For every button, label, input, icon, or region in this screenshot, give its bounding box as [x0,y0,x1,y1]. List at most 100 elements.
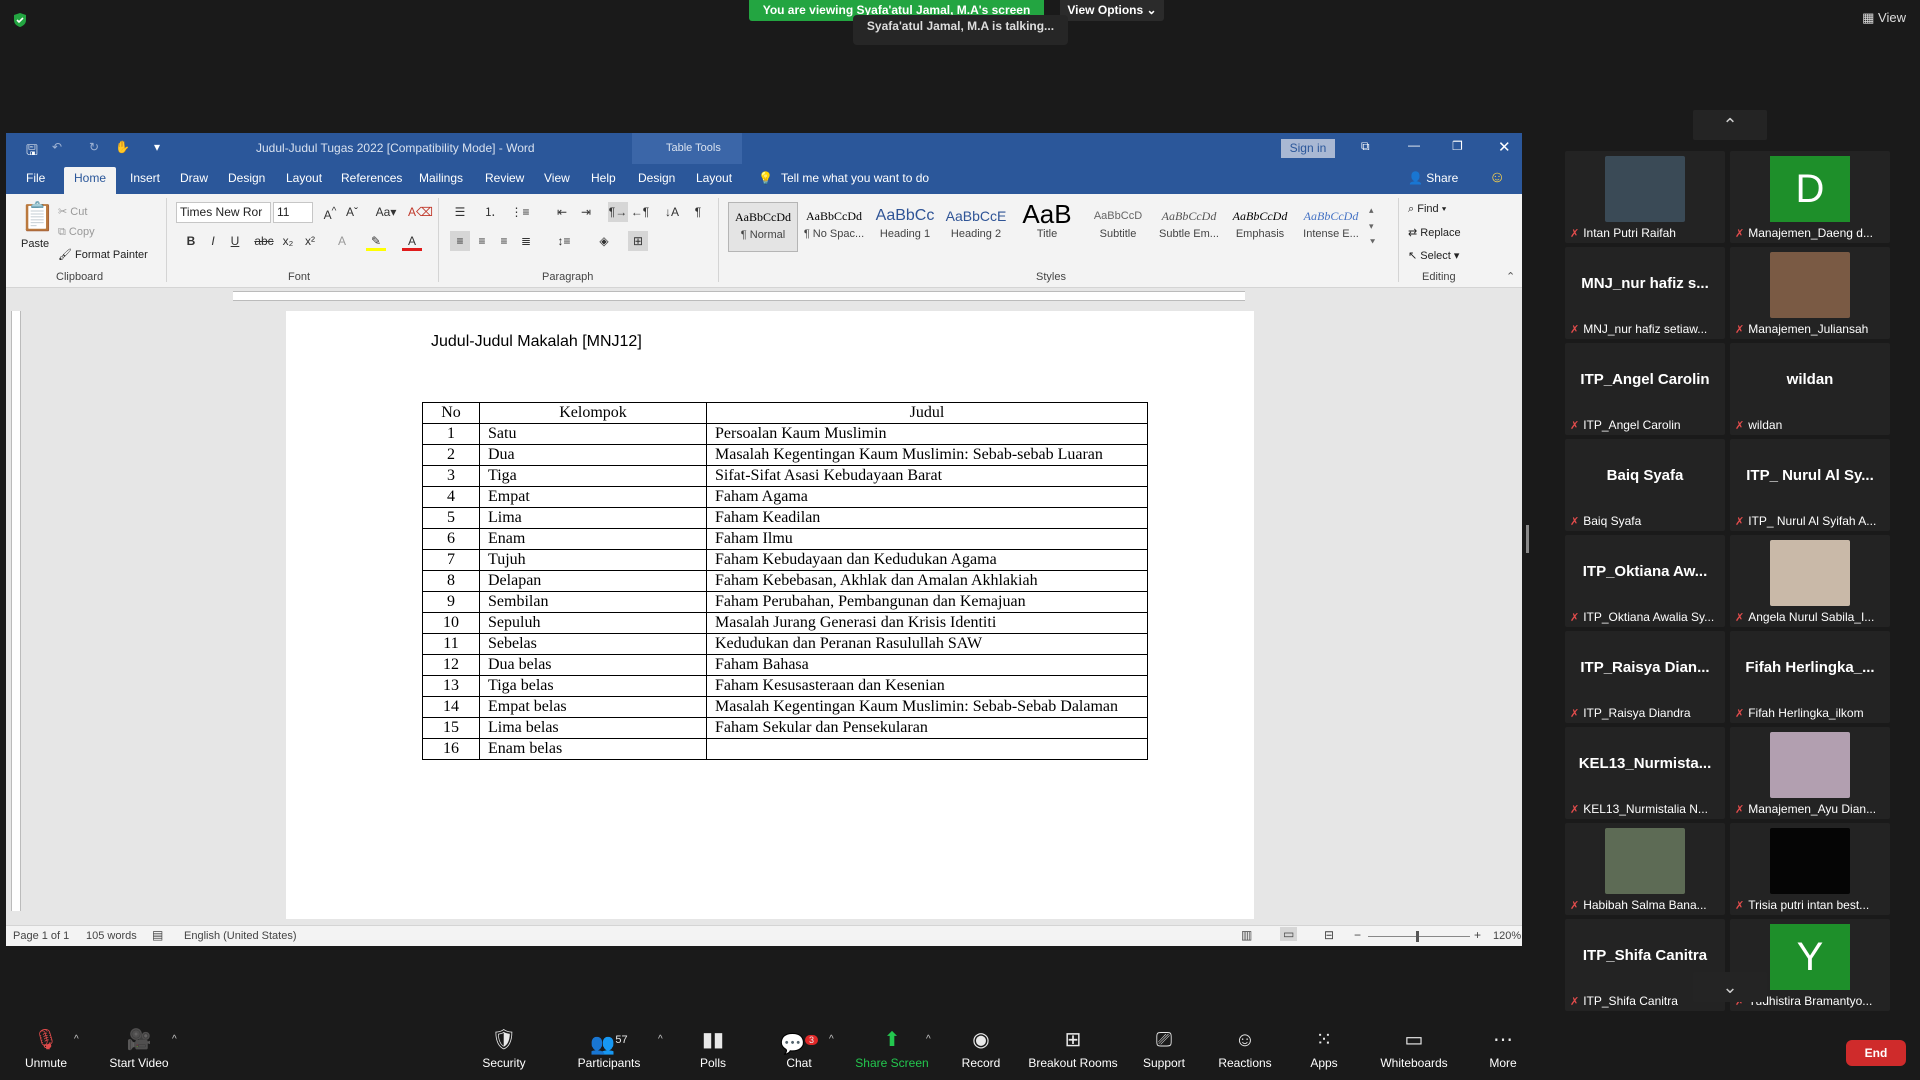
participant-tile[interactable]: ITP_ Nurul Al Sy... ✗ ITP_ Nurul Al Syifah… [1730,439,1890,531]
security-button[interactable]: 🛡 Security [478,1018,530,1080]
zoom-slider-track[interactable] [1368,936,1470,937]
tab-layout[interactable]: Layout [286,171,322,185]
participant-tile[interactable]: ✗ Manajemen_Ayu Dian... [1730,727,1890,819]
whiteboards-button[interactable]: ▭ Whiteboards [1378,1018,1450,1080]
align-center-icon[interactable]: ≡ [472,231,492,251]
style-heading-1[interactable]: AaBbCc Heading 1 [870,202,940,252]
participant-tile[interactable]: ITP_Raisya Dian... ✗ ITP_Raisya Diandra [1565,631,1725,723]
table-row[interactable]: 8 Delapan Faham Kebebasan, Akhlak dan Amal… [422,570,1148,592]
panel-resize-handle[interactable] [1526,525,1529,553]
sort-icon[interactable]: ↓A [662,202,682,222]
view-options-button[interactable]: View Options ⌄ [1060,0,1164,21]
subscript-icon[interactable]: x₂ [278,231,298,251]
table-row[interactable]: 2 Dua Masalah Kegentingan Kaum Muslimin: S… [422,444,1148,466]
chat-button[interactable]: 💬 3 Chat [779,1018,819,1080]
grow-font-icon[interactable]: A^ [320,202,340,222]
ltr-icon[interactable]: ¶→ [608,202,628,222]
cut-button[interactable]: ✂ Cut [58,205,87,218]
participants-options-caret[interactable]: ^ [658,1034,663,1045]
customize-quick-access-icon[interactable]: ▾ [154,140,160,154]
tab-home[interactable]: Home [64,167,117,194]
tab-references[interactable]: References [341,171,402,185]
print-layout-icon[interactable]: ▭ [1280,927,1298,941]
ribbon-display-options-icon[interactable]: ⧉ [1361,139,1370,154]
sign-in-button[interactable]: Sign in [1281,139,1335,158]
unmute-button[interactable]: 🎙 Unmute [18,1018,74,1080]
style-no-spacing[interactable]: AaBbCcDd ¶ No Spac... [799,202,869,252]
participant-tile[interactable]: ✗ Trisia putri intan best... [1730,823,1890,915]
tab-review[interactable]: Review [485,171,524,185]
collapse-ribbon-icon[interactable]: ⌃ [1506,270,1515,283]
tab-mailings[interactable]: Mailings [419,171,463,185]
change-case-icon[interactable]: Aa▾ [372,202,400,222]
styles-scroll-icon[interactable]: ▴ ▾ ⯆ [1369,202,1376,250]
zoom-slider-thumb[interactable] [1416,931,1419,942]
undo-icon[interactable]: ↶ [52,140,62,154]
participant-tile[interactable]: ITP_Angel Carolin ✗ ITP_Angel Carolin [1565,343,1725,435]
zoom-out-icon[interactable]: − [1354,928,1361,942]
participants-button[interactable]: 👥57 Participants [573,1018,645,1080]
restore-icon[interactable]: ❐ [1452,139,1463,153]
table-row[interactable]: 1 Satu Persoalan Kaum Muslimin [422,423,1148,445]
table-row[interactable]: 16 Enam belas [422,738,1148,760]
touch-mode-icon[interactable]: ✋ [115,140,130,154]
table-row[interactable]: 15 Lima belas Faham Sekular dan Pensekular… [422,717,1148,739]
word-count[interactable]: 105 words [86,930,137,942]
multilevel-list-icon[interactable]: ⋮≡ [510,202,530,222]
table-row[interactable]: 6 Enam Faham Ilmu [422,528,1148,550]
zoom-in-icon[interactable]: + [1474,928,1481,942]
view-menu-button[interactable]: ▦ View [1862,10,1906,26]
close-icon[interactable]: ✕ [1498,138,1511,156]
numbering-icon[interactable]: ⒈ [480,202,500,222]
borders-icon[interactable]: ⊞ [628,231,648,251]
tab-insert[interactable]: Insert [130,171,160,185]
align-left-icon[interactable]: ≡ [450,231,470,251]
tab-file[interactable]: File [26,171,45,185]
table-row[interactable]: 4 Empat Faham Agama [422,486,1148,508]
tab-view[interactable]: View [544,171,570,185]
language-indicator[interactable]: English (United States) [184,930,297,942]
participant-tile[interactable]: ✗ Manajemen_Juliansah [1730,247,1890,339]
style-title[interactable]: AaB Title [1012,202,1082,252]
table-row[interactable]: 7 Tujuh Faham Kebudayaan dan Kedudukan Aga… [422,549,1148,571]
table-row[interactable]: 5 Lima Faham Keadilan [422,507,1148,529]
participant-tile[interactable]: ITP_Oktiana Aw... ✗ ITP_Oktiana Awalia Sy.… [1565,535,1725,627]
record-button[interactable]: ◉ Record [960,1018,1002,1080]
audio-options-caret[interactable]: ^ [74,1034,79,1045]
style-heading-2[interactable]: AaBbCcE Heading 2 [941,202,1011,252]
italic-icon[interactable]: I [203,231,223,251]
share-options-caret[interactable]: ^ [926,1034,931,1045]
web-layout-icon[interactable]: ⊟ [1324,928,1334,942]
bullets-icon[interactable]: ☰ [450,202,470,222]
breakout-rooms-button[interactable]: ⊞ Breakout Rooms [1028,1018,1118,1080]
gallery-scroll-up-button[interactable]: ⌃ [1693,110,1767,140]
replace-button[interactable]: ⇄ Replace [1408,226,1461,239]
participant-tile[interactable]: KEL13_Nurmista... ✗ KEL13_Nurmistalia N... [1565,727,1725,819]
text-effects-icon[interactable]: A [332,231,352,251]
style-subtitle[interactable]: AaBbCcD Subtitle [1083,202,1153,252]
strikethrough-icon[interactable]: abc [254,231,274,251]
font-size-select[interactable]: 11 [273,202,313,223]
tab-table-layout[interactable]: Layout [696,171,732,185]
rtl-icon[interactable]: ←¶ [630,202,650,222]
font-color-icon[interactable]: A [402,231,422,251]
justify-icon[interactable]: ≣ [516,231,536,251]
font-name-select[interactable]: Times New Ror [176,202,271,223]
select-button[interactable]: ↖ Select ▾ [1408,249,1459,262]
support-button[interactable]: ⎚ Support [1140,1018,1188,1080]
zoom-level[interactable]: 120% [1493,930,1521,942]
shrink-font-icon[interactable]: Aˇ [342,202,362,222]
table-row[interactable]: 14 Empat belas Masalah Kegentingan Kaum Mu… [422,696,1148,718]
format-painter-button[interactable]: 🖌 Format Painter [58,248,148,261]
participant-tile[interactable]: ✗ Intan Putri Raifah [1565,151,1725,243]
document-page[interactable]: Judul-Judul Makalah [MNJ12] No Kelompok … [286,311,1254,919]
decrease-indent-icon[interactable]: ⇤ [552,202,572,222]
table-row[interactable]: 11 Sebelas Kedudukan dan Peranan Rasululla… [422,633,1148,655]
participant-tile[interactable]: D ✗ Manajemen_Daeng d... [1730,151,1890,243]
video-options-caret[interactable]: ^ [172,1034,177,1045]
clear-formatting-icon[interactable]: A⌫ [408,202,433,222]
line-spacing-icon[interactable]: ↕≡ [554,231,574,251]
table-row[interactable]: 13 Tiga belas Faham Kesusasteraan dan Kese… [422,675,1148,697]
paste-icon[interactable]: 📋 [20,200,55,233]
paste-button[interactable]: Paste [21,238,49,250]
